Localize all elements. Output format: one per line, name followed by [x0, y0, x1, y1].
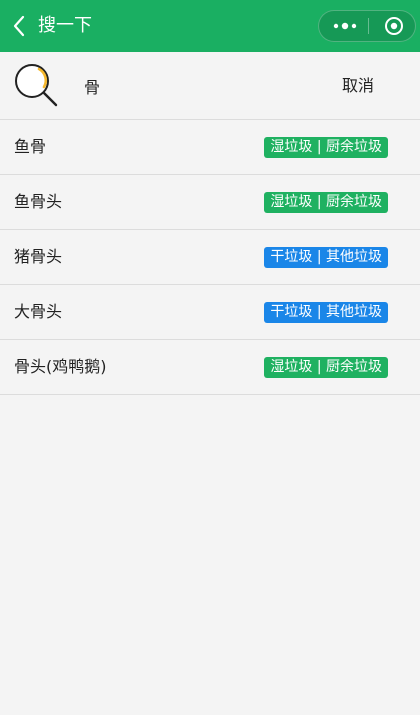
- more-button[interactable]: [325, 11, 365, 41]
- target-circle-icon: [385, 17, 403, 35]
- category-badge: 湿垃圾 | 厨余垃圾: [264, 357, 388, 378]
- item-name: 骨头(鸡鸭鹅): [14, 357, 107, 376]
- item-name: 鱼骨: [14, 137, 47, 156]
- item-name: 大骨头: [14, 302, 63, 321]
- list-item[interactable]: 大骨头 干垃圾 | 其他垃圾: [0, 285, 420, 340]
- close-miniprogram-button[interactable]: [374, 11, 414, 41]
- list-item[interactable]: 骨头(鸡鸭鹅) 湿垃圾 | 厨余垃圾: [0, 340, 420, 395]
- category-badge: 湿垃圾 | 厨余垃圾: [264, 137, 388, 158]
- menu-capsule: [318, 10, 416, 42]
- result-list: 鱼骨 湿垃圾 | 厨余垃圾 鱼骨头 湿垃圾 | 厨余垃圾 猪骨头 干垃圾 | 其…: [0, 120, 420, 395]
- capsule-divider: [368, 18, 369, 34]
- magnifier-icon: [15, 64, 58, 107]
- cancel-button[interactable]: 取消: [342, 74, 374, 98]
- search-bar: 取消: [0, 52, 420, 120]
- list-item[interactable]: 鱼骨 湿垃圾 | 厨余垃圾: [0, 120, 420, 175]
- page-title: 搜一下: [38, 15, 92, 36]
- item-name: 猪骨头: [14, 247, 63, 266]
- item-name: 鱼骨头: [14, 192, 63, 211]
- search-input[interactable]: [84, 74, 304, 98]
- category-badge: 干垃圾 | 其他垃圾: [264, 247, 388, 268]
- nav-header: 搜一下: [0, 0, 420, 52]
- more-dots-icon: [333, 22, 357, 30]
- list-item[interactable]: 鱼骨头 湿垃圾 | 厨余垃圾: [0, 175, 420, 230]
- chevron-left-icon: [13, 15, 25, 37]
- category-badge: 干垃圾 | 其他垃圾: [264, 302, 388, 323]
- category-badge: 湿垃圾 | 厨余垃圾: [264, 192, 388, 213]
- back-button[interactable]: [4, 10, 34, 42]
- list-item[interactable]: 猪骨头 干垃圾 | 其他垃圾: [0, 230, 420, 285]
